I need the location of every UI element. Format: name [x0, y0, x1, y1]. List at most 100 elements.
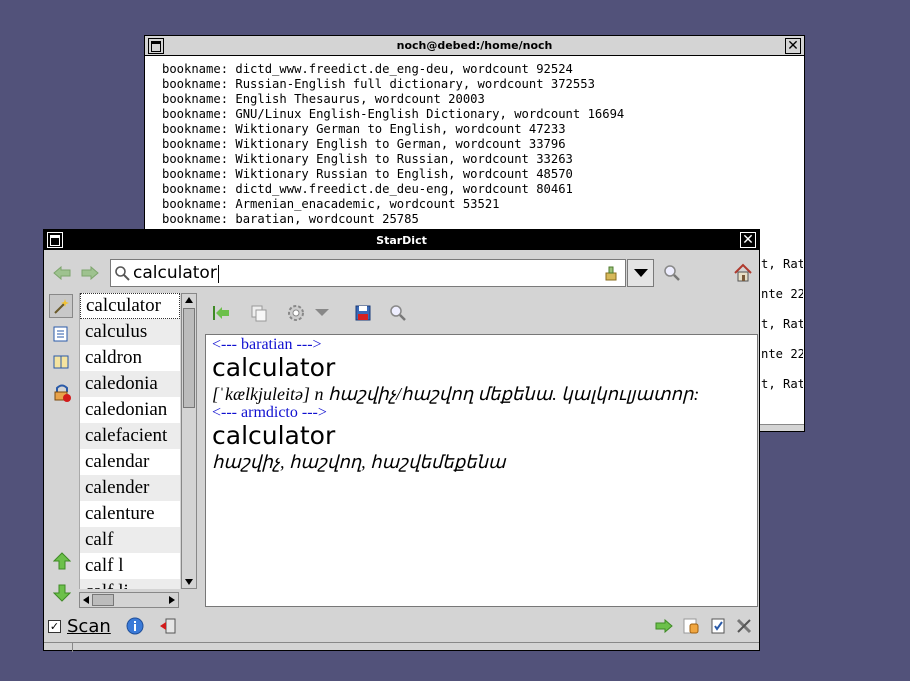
copy-icon [251, 305, 267, 322]
terminal-line: bookname: Wiktionary German to English, … [162, 122, 566, 136]
stardict-window[interactable]: StarDict ✕ calculator calculator calculu… [43, 229, 760, 652]
dict-manage-button[interactable] [708, 616, 728, 636]
result-list-tab[interactable] [49, 322, 73, 346]
exit-icon [160, 618, 176, 634]
word-list-item[interactable]: caledonian [80, 397, 180, 423]
copy-button[interactable] [248, 302, 270, 324]
terminal-line: bookname: GNU/Linux English-English Dict… [162, 107, 625, 121]
triangle-down-icon [185, 579, 193, 585]
scroll-left-arrow[interactable] [80, 594, 92, 606]
fulltext-search-button[interactable] [681, 616, 701, 636]
dict-manage-tab[interactable] [51, 382, 73, 404]
find-in-page-button[interactable] [387, 302, 409, 324]
entry-headword: calculator [212, 353, 336, 382]
home-button[interactable] [732, 262, 754, 284]
right-arrow-icon [655, 618, 673, 634]
statusbar-divider [44, 642, 759, 652]
window-menu-icon [151, 40, 161, 52]
word-list-item[interactable]: calculus [80, 319, 180, 345]
about-button[interactable] [125, 616, 145, 636]
entry-definition: [ˈkælkjuleitə] n հաշվիչ/հաշվող մեքենա. կ… [212, 384, 700, 404]
close-button[interactable]: ✕ [740, 232, 756, 248]
search-button[interactable] [662, 263, 682, 283]
left-arrow-icon [53, 266, 71, 280]
document-list-icon [53, 326, 68, 342]
triangle-left-icon [83, 596, 89, 604]
pronounce-menu-button[interactable] [284, 302, 330, 324]
forward-button[interactable] [80, 263, 100, 283]
arrow-to-start-icon [213, 306, 229, 320]
document-check-icon [711, 618, 725, 634]
scroll-down-arrow[interactable] [183, 576, 195, 588]
tools-icon [736, 618, 752, 634]
terminal-fragment: nte 22 [761, 347, 803, 361]
quit-button[interactable] [158, 616, 178, 636]
terminal-fragment: t, Rat [761, 317, 803, 331]
up-arrow-icon [53, 552, 71, 570]
terminal-line: bookname: dictd_www.freedict.de_deu-eng,… [162, 182, 573, 196]
word-list-item[interactable]: calendar [80, 449, 180, 475]
go-to-top-button[interactable] [210, 302, 232, 324]
terminal-title: noch@debed:/home/noch [396, 39, 553, 52]
scroll-up-arrow[interactable] [183, 294, 195, 306]
entry-headword: calculator [212, 421, 336, 450]
dictionary-name-header: <--- baratian ---> [212, 336, 322, 353]
text-caret [218, 265, 219, 283]
word-list-item[interactable]: calculator [80, 293, 180, 319]
word-list-item[interactable]: calf li [80, 579, 180, 589]
terminal-line: bookname: Russian-English full dictionar… [162, 77, 595, 91]
close-button[interactable]: ✕ [785, 38, 801, 54]
triangle-down-icon [315, 309, 329, 316]
back-button[interactable] [52, 263, 72, 283]
search-input[interactable]: calculator [110, 259, 626, 287]
word-list-item[interactable]: caledonia [80, 371, 180, 397]
terminal-line: bookname: Wiktionary English to German, … [162, 137, 566, 151]
previous-word-button[interactable] [51, 550, 73, 572]
magnifier-icon [114, 265, 130, 281]
word-list-item[interactable]: calenture [80, 501, 180, 527]
magnifier-icon [664, 265, 680, 281]
clear-icon[interactable] [603, 265, 619, 281]
terminal-line: bookname: English Thesaurus, wordcount 2… [162, 92, 485, 106]
terminal-line: bookname: Wiktionary Russian to English,… [162, 167, 573, 181]
wordlist-horizontal-scrollbar[interactable] [79, 592, 179, 608]
word-list-item[interactable]: calf [80, 527, 180, 553]
terminal-titlebar[interactable]: noch@debed:/home/noch ✕ [145, 36, 804, 56]
magic-wand-icon [54, 299, 69, 314]
window-menu-button[interactable] [148, 38, 164, 54]
triangle-up-icon [185, 297, 193, 303]
scan-toggle[interactable]: ✓ Scan [48, 614, 128, 638]
dictionary-name-header: <--- armdicto ---> [212, 404, 327, 421]
terminal-fragment: t, Rat [761, 257, 803, 271]
home-icon [734, 263, 752, 282]
scan-label: Scan [67, 615, 111, 637]
next-word-button[interactable] [51, 582, 73, 604]
definition-pane[interactable]: <--- baratian ---> calculator [ˈkælkjuleit… [205, 334, 758, 607]
new-version-button[interactable] [654, 616, 674, 636]
down-arrow-icon [53, 584, 71, 602]
terminal-output: bookname: dictd_www.freedict.de_eng-deu,… [162, 62, 802, 227]
close-icon: ✕ [742, 232, 754, 248]
terminal-fragment: nte 22 [761, 287, 803, 301]
search-dropdown-button[interactable] [627, 259, 654, 287]
word-list-item[interactable]: calefacient [80, 423, 180, 449]
window-menu-button[interactable] [47, 232, 63, 248]
stardict-titlebar[interactable]: StarDict ✕ [44, 230, 759, 250]
book-icon [53, 355, 69, 369]
save-button[interactable] [352, 302, 374, 324]
scan-checkbox[interactable]: ✓ [48, 619, 61, 633]
scroll-thumb[interactable] [183, 308, 195, 408]
query-wordlist-tab[interactable] [49, 294, 73, 318]
scroll-thumb[interactable] [92, 594, 114, 606]
scroll-right-arrow[interactable] [166, 594, 178, 606]
terminal-line: bookname: dictd_www.freedict.de_eng-deu,… [162, 62, 573, 76]
word-list[interactable]: calculator calculus caldron caledonia caledo… [79, 293, 180, 589]
word-list-item[interactable]: calender [80, 475, 180, 501]
tree-dict-tab[interactable] [49, 350, 73, 374]
entry-definition: հաշվիչ, հաշվող, հաշվեմեքենա [212, 452, 506, 472]
word-list-item[interactable]: calf l [80, 553, 180, 579]
wordlist-vertical-scrollbar[interactable] [181, 293, 197, 589]
word-list-item[interactable]: caldron [80, 345, 180, 371]
preferences-button[interactable] [734, 616, 754, 636]
terminal-line: bookname: Armenian_enacademic, wordcount… [162, 197, 500, 211]
